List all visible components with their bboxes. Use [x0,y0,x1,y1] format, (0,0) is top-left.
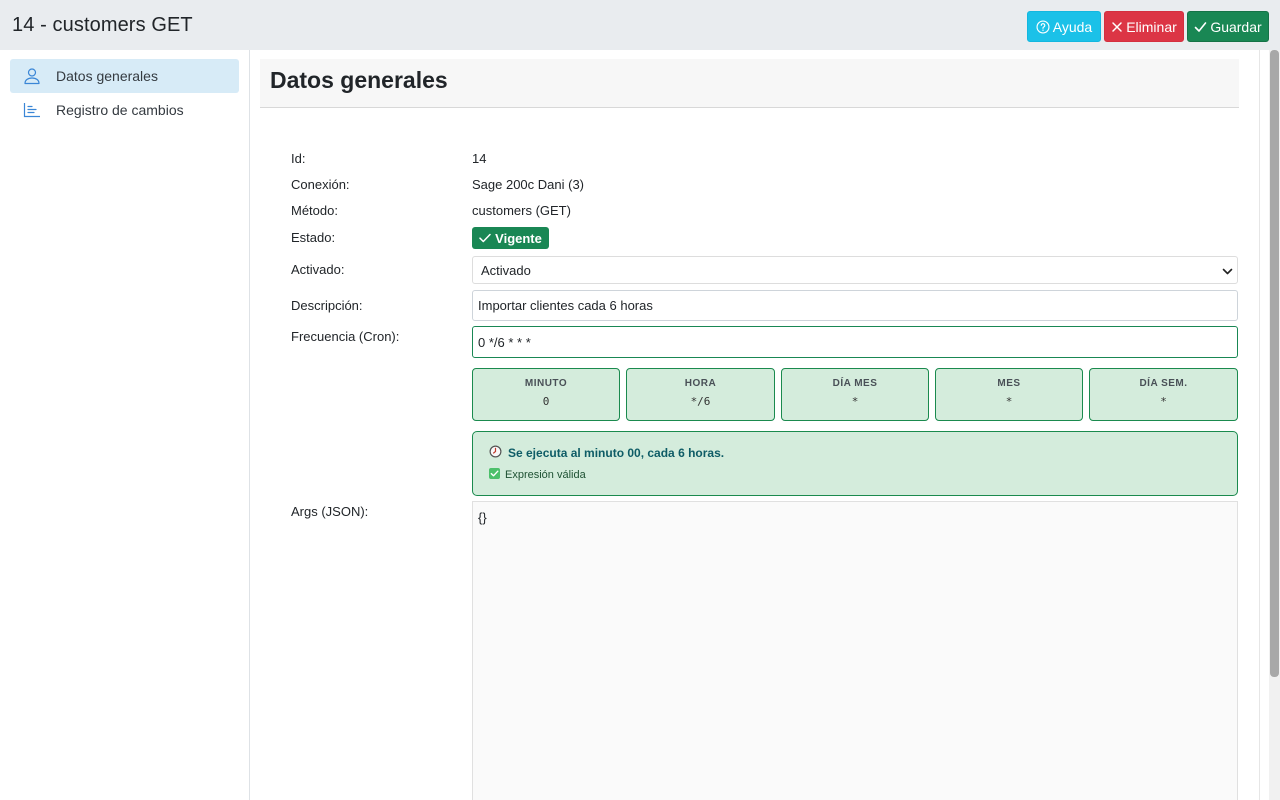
scrollbar-thumb[interactable] [1270,50,1279,677]
cron-part-header: MINUTO [524,378,568,389]
cron-input[interactable]: 0 */6 * * * [472,326,1238,358]
cron-summary-text: Se ejecuta al minuto 00, cada 6 horas. [508,446,725,460]
check-icon [1194,21,1207,33]
args-label: Args (JSON): [291,504,369,519]
help-button[interactable]: Ayuda [1027,11,1101,42]
close-icon [1111,21,1123,33]
cron-info-box: Se ejecuta al minuto 00, cada 6 horas. E… [472,431,1238,496]
cron-part-day-of-week: DÍA SEM. * [1089,368,1238,421]
cron-validity-text: Expresión válida [505,469,586,481]
cron-part-day-of-month: DÍA MES * [781,368,929,421]
cron-validity: Expresión válida [489,468,586,482]
estado-label: Estado: [291,230,336,245]
status-badge-label: Vigente [495,230,542,246]
delete-button-label: Eliminar [1126,18,1177,35]
id-value: 14 [472,151,487,166]
clock-icon [489,445,502,461]
user-icon [12,67,52,85]
cron-part-value: * [1160,395,1167,408]
activado-select[interactable]: Activado [472,256,1238,284]
section-header: Datos generales [260,59,1239,108]
id-label: Id: [291,151,306,166]
cron-part-value: * [851,395,859,408]
question-circle-icon [1036,19,1050,34]
list-chart-icon [12,102,52,118]
sidebar-item-datos-generales[interactable]: Datos generales [10,59,239,93]
status-badge: Vigente [472,227,549,249]
top-bar: 14 - customers GET Ayuda Eliminar Guarda… [0,0,1280,50]
cron-part-hour: HORA */6 [626,368,775,421]
delete-button[interactable]: Eliminar [1104,11,1184,42]
chevron-down-icon [1222,265,1233,280]
save-button[interactable]: Guardar [1187,11,1269,42]
check-box-icon [489,468,500,482]
page-title: 14 - customers GET [12,14,193,36]
descripcion-label: Descripción: [291,298,363,313]
descripcion-input[interactable]: Importar clientes cada 6 horas [472,290,1238,321]
cron-part-month: MES * [935,368,1083,421]
help-button-label: Ayuda [1052,18,1093,35]
activado-label: Activado: [291,262,345,277]
cron-part-header: MES [997,378,1021,389]
sidebar: Datos generales Registro de cambios [0,50,250,800]
cron-label: Frecuencia (Cron): [291,329,400,344]
args-textarea-value: {} [478,510,487,525]
cron-input-value: 0 */6 * * * [478,334,531,350]
save-button-label: Guardar [1210,18,1262,35]
sidebar-item-registro-de-cambios[interactable]: Registro de cambios [10,93,239,127]
cron-part-value: * [1005,395,1013,408]
cron-summary: Se ejecuta al minuto 00, cada 6 horas. [489,445,724,461]
cron-part-value: 0 [542,395,550,408]
metodo-value: customers (GET) [472,203,571,218]
section-title: Datos generales [270,67,448,93]
divider [1259,50,1260,800]
cron-part-value: */6 [690,395,711,408]
cron-part-header: DÍA SEM. [1139,378,1188,389]
cron-part-header: HORA [684,378,717,389]
args-textarea[interactable]: {} [472,501,1238,800]
descripcion-input-value: Importar clientes cada 6 horas [478,298,653,313]
check-icon [479,231,491,246]
cron-part-minute: MINUTO 0 [472,368,620,421]
metodo-label: Método: [291,203,338,218]
conexion-label: Conexión: [291,177,350,192]
sidebar-item-label: Datos generales [56,68,158,84]
conexion-value: Sage 200c Dani (3) [472,177,585,192]
cron-part-header: DÍA MES [832,378,878,389]
sidebar-item-label: Registro de cambios [56,102,184,118]
activado-select-value: Activado [481,262,531,278]
